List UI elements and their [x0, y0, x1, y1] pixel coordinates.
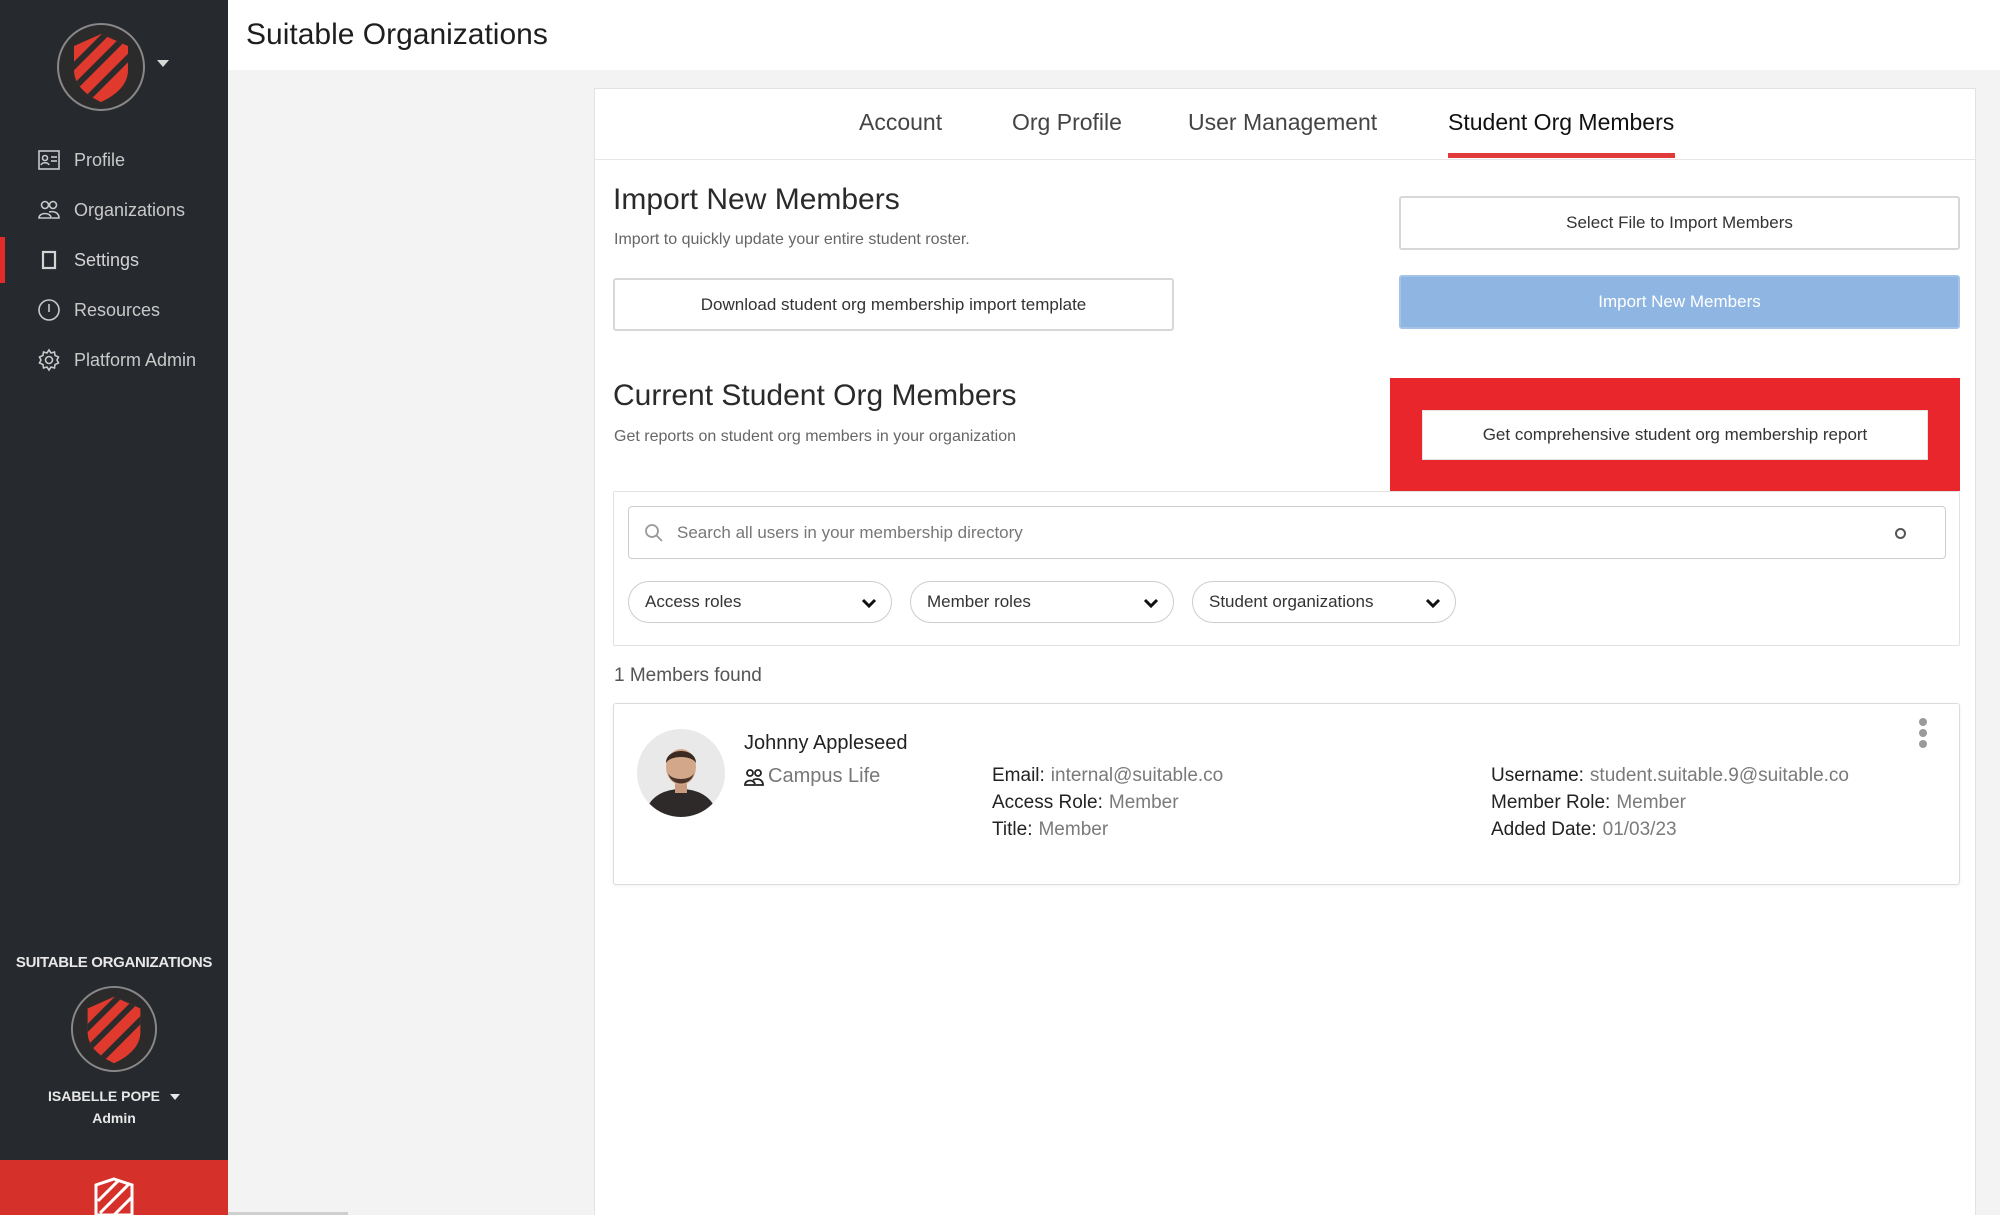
field-label: Access Role:	[992, 792, 1103, 813]
user-menu[interactable]: ISABELLE POPE	[0, 1088, 228, 1104]
member-username: student.suitable.9@suitable.co	[1589, 765, 1849, 786]
filter-panel: Access roles Member roles Student organi…	[613, 491, 1960, 646]
info-circle-icon	[36, 297, 62, 323]
id-card-icon	[36, 147, 62, 173]
org-label: SUITABLE ORGANIZATIONS	[15, 954, 213, 971]
user-role: Admin	[92, 1110, 136, 1126]
tab-org-profile[interactable]: Org Profile	[1012, 109, 1122, 136]
import-subtitle: Import to quickly update your entire stu…	[614, 231, 970, 248]
sidebar-item-label: Organizations	[74, 199, 186, 220]
org-switch-caret-icon[interactable]	[157, 60, 169, 67]
sidebar-item-label: Settings	[74, 249, 140, 270]
member-added-date-field: Added Date: 01/03/23	[1491, 819, 1677, 841]
settings-card: Account Org Profile User Management Stud…	[594, 88, 1976, 1215]
member-roles-dropdown[interactable]: Member roles	[910, 581, 1174, 623]
member-name[interactable]: Johnny Appleseed	[744, 732, 907, 755]
sidebar-item-resources[interactable]: Resources	[0, 285, 228, 335]
chevron-down-icon	[861, 598, 877, 609]
member-access-role-field: Access Role: Member	[992, 792, 1179, 814]
top-header: Suitable Organizations	[228, 0, 2000, 70]
member-role: Member	[1616, 792, 1687, 813]
chevron-down-icon	[170, 1094, 181, 1101]
tab-student-org-members[interactable]: Student Org Members	[1448, 109, 1674, 136]
dropdown-label: Student organizations	[1209, 592, 1374, 611]
page-title: Suitable Organizations	[246, 18, 548, 51]
member-email: internal@suitable.co	[1050, 765, 1224, 786]
active-tab-indicator	[1448, 153, 1675, 158]
sidebar: Profile Organizations Settings Resources…	[0, 0, 228, 1215]
members-found-count: 1 Members found	[614, 665, 762, 686]
tab-bar: Account Org Profile User Management Stud…	[595, 89, 1975, 160]
search-bar[interactable]	[628, 506, 1946, 559]
member-title: Member	[1038, 819, 1109, 840]
member-org: Campus Life	[744, 765, 880, 788]
clear-search-icon[interactable]	[1894, 527, 1907, 540]
member-email-field: Email: internal@suitable.co	[992, 765, 1223, 787]
sidebar-item-organizations[interactable]: Organizations	[0, 185, 228, 235]
member-added-date: 01/03/23	[1602, 819, 1677, 840]
users-icon	[744, 768, 764, 786]
student-organizations-dropdown[interactable]: Student organizations	[1192, 581, 1456, 623]
member-role-field: Member Role: Member	[1491, 792, 1686, 814]
dropdown-label: Member roles	[927, 592, 1031, 611]
field-label: Email:	[992, 765, 1045, 786]
current-members-subtitle: Get reports on student org members in yo…	[614, 428, 1016, 445]
member-username-field: Username: student.suitable.9@suitable.co	[1491, 765, 1849, 787]
sidebar-item-label: Resources	[74, 299, 161, 320]
tab-account[interactable]: Account	[859, 109, 942, 136]
more-options-icon[interactable]	[1917, 718, 1929, 754]
member-access-role: Member	[1108, 792, 1179, 813]
avatar	[637, 729, 725, 817]
member-title-field: Title: Member	[992, 819, 1108, 841]
search-icon	[645, 524, 663, 542]
member-card[interactable]: Johnny Appleseed Campus Life Email: inter…	[613, 703, 1960, 885]
import-title: Import New Members	[613, 183, 900, 216]
tab-user-management[interactable]: User Management	[1188, 109, 1377, 136]
sidebar-item-label: Profile	[74, 149, 126, 170]
user-name: ISABELLE POPE	[47, 1088, 161, 1104]
select-file-button[interactable]: Select File to Import Members	[1399, 196, 1960, 250]
search-input[interactable]	[677, 507, 1877, 558]
gear-icon	[36, 347, 62, 373]
access-roles-dropdown[interactable]: Access roles	[628, 581, 892, 623]
sidebar-item-settings[interactable]: Settings	[0, 235, 228, 285]
field-label: Title:	[992, 819, 1033, 840]
field-label: Member Role:	[1491, 792, 1611, 813]
sidebar-nav: Profile Organizations Settings Resources…	[0, 135, 228, 385]
settings-square-icon	[36, 247, 62, 273]
sidebar-item-profile[interactable]: Profile	[0, 135, 228, 185]
import-new-members-button[interactable]: Import New Members	[1399, 275, 1960, 329]
field-label: Username:	[1491, 765, 1584, 786]
current-members-title: Current Student Org Members	[613, 379, 1017, 412]
shield-logo-icon	[94, 1177, 134, 1215]
users-icon	[36, 197, 62, 223]
membership-report-button[interactable]: Get comprehensive student org membership…	[1422, 410, 1928, 460]
dropdown-label: Access roles	[645, 592, 742, 611]
chevron-down-icon	[1143, 598, 1159, 609]
org-logo-bottom	[70, 985, 158, 1073]
sidebar-footer	[0, 1160, 228, 1215]
field-label: Added Date:	[1491, 819, 1597, 840]
chevron-down-icon	[1425, 598, 1441, 609]
download-template-button[interactable]: Download student org membership import t…	[613, 278, 1174, 331]
org-logo[interactable]	[56, 22, 146, 112]
sidebar-item-platform-admin[interactable]: Platform Admin	[0, 335, 228, 385]
member-org-name: Campus Life	[768, 765, 881, 787]
sidebar-item-label: Platform Admin	[74, 349, 197, 370]
